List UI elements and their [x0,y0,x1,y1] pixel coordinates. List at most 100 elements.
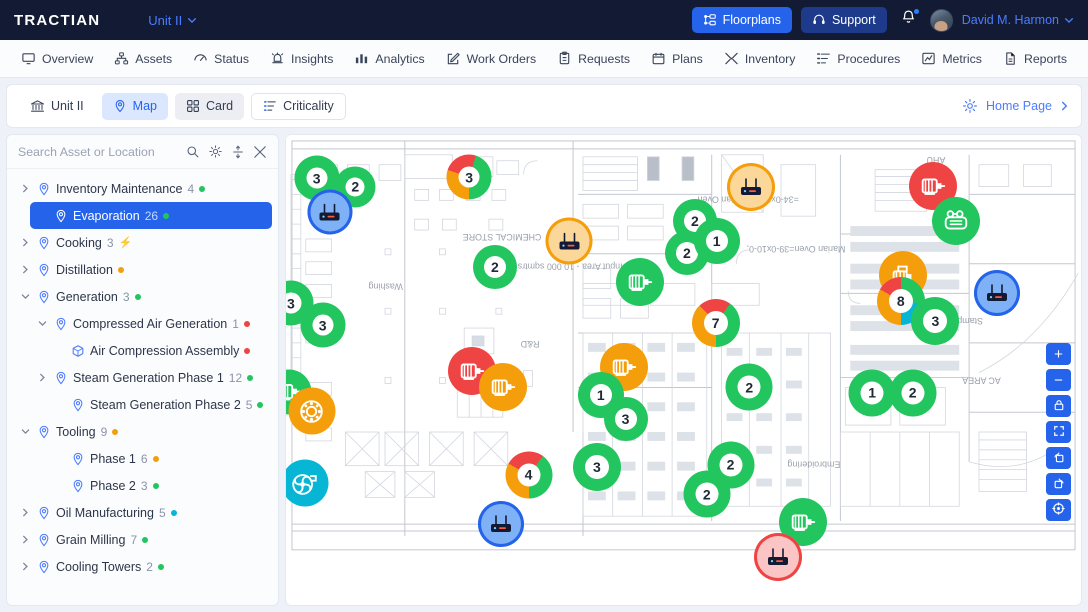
lock-button[interactable] [1046,395,1071,417]
sidebar-item-tooling[interactable]: Tooling 9 [13,418,272,445]
headset-icon [813,14,825,25]
chevron-down-icon [1065,18,1073,24]
support-button[interactable]: Support [800,7,887,33]
collapse-icon[interactable] [231,145,245,159]
caret-icon[interactable] [19,238,32,247]
rotate-left-icon [1053,451,1065,466]
floorplans-button[interactable]: Floorplans [691,7,792,33]
asset-router-orange-b[interactable] [727,162,776,211]
asset-cluster-7-mixed[interactable]: 7 [691,299,740,347]
sidebar-item-compressed-air-generation[interactable]: Compressed Air Generation 1 [30,310,272,337]
asset-router-blue-c[interactable] [973,270,1020,317]
trend-icon [921,51,936,66]
caret-icon[interactable] [36,373,49,382]
sidebar-item-oil-manufacturing[interactable]: Oil Manufacturing 5 [13,499,272,526]
asset-router-orange-a[interactable] [545,217,593,265]
tab-map[interactable]: Map [101,92,168,120]
asset-motor-green-mid[interactable] [616,258,665,307]
top-bar: TRACTIAN Unit II Floorplans Support Davi… [0,0,1088,40]
nav-item-metrics[interactable]: Metrics [912,46,991,71]
nav-item-procedures[interactable]: Procedures [807,46,909,71]
tab-criticality[interactable]: Criticality [251,92,346,120]
nav-item-assets[interactable]: Assets [105,46,181,71]
floorplan-map[interactable]: Washing CHEMICAL STORE Input Area - 10,0… [285,134,1082,606]
asset-cluster-2-g[interactable]: 2 [683,470,731,518]
top-bar-actions: Floorplans Support David M. Harmon [691,7,1074,33]
bar-chart-icon [354,51,369,66]
sidebar-item-distillation[interactable]: Distillation [13,256,272,283]
asset-motor-orange-a[interactable] [478,363,527,412]
asset-cluster-4-mixed[interactable]: 4 [505,451,553,498]
location-pin-icon [37,182,51,196]
asset-bearing-orange[interactable] [288,387,336,435]
tools-icon [724,51,739,66]
asset-cluster-2-h[interactable]: 2 [889,369,937,417]
asset-router-blue-a[interactable] [307,189,353,235]
nav-item-analytics[interactable]: Analytics [345,46,433,71]
marker-count-label: 4 [524,466,533,483]
rotate-left-button[interactable] [1046,447,1071,469]
caret-icon[interactable] [19,427,32,436]
asset-cluster-2-b[interactable]: 2 [472,244,517,289]
sidebar-item-generation[interactable]: Generation 3 [13,283,272,310]
nav-item-status[interactable]: Status [184,46,258,71]
nav-item-overview[interactable]: Overview [12,46,102,71]
sidebar-item-label: Steam Generation Phase 1 [73,370,224,385]
sidebar-item-evaporation[interactable]: Evaporation 26 [30,202,272,229]
asset-cluster-3-c[interactable]: 3 [603,397,648,442]
sidebar-item-inventory-maintenance[interactable]: Inventory Maintenance 4 [13,175,272,202]
avatar[interactable] [929,8,953,32]
sidebar-item-phase-1[interactable]: Phase 1 6 [47,445,272,472]
fullscreen-button[interactable] [1046,421,1071,443]
home-page-link[interactable]: Home Page [962,98,1069,114]
unit-selector[interactable]: Unit II [148,13,197,28]
breadcrumb-unit[interactable]: Unit II [19,93,95,120]
sidebar-item-grain-milling[interactable]: Grain Milling 7 [13,526,272,553]
asset-router-blue-b[interactable] [477,501,524,548]
asset-cluster-3-e[interactable]: 3 [911,296,960,345]
location-pin-icon [54,371,68,385]
router-icon [984,280,1010,306]
status-dot [112,428,119,435]
notifications-button[interactable] [896,8,921,31]
nav-item-insights[interactable]: Insights [261,46,342,71]
caret-icon[interactable] [19,562,32,571]
zoom-out-button-glyph: − [1054,371,1063,389]
caret-icon[interactable] [19,265,32,274]
nav-item-plans[interactable]: Plans [642,46,712,71]
asset-cluster-3-d[interactable]: 3 [572,442,621,491]
caret-icon[interactable] [19,535,32,544]
tools-icon[interactable] [253,145,267,159]
asset-cluster-3-mixed[interactable]: 3 [446,154,492,200]
svg-text:AC AREA: AC AREA [962,376,1001,386]
sidebar-item-cooling-towers[interactable]: Cooling Towers 2 [13,553,272,580]
zoom-out-button[interactable]: − [1046,369,1071,391]
sidebar-item-steam-generation-phase-1[interactable]: Steam Generation Phase 1 12 [30,364,272,391]
nav-item-requests[interactable]: Requests [548,46,639,71]
caret-icon[interactable] [19,508,32,517]
asset-compressor-green[interactable] [932,197,981,246]
asset-router-red[interactable] [754,533,803,582]
sidebar-item-steam-generation-phase-2[interactable]: Steam Generation Phase 2 5 [47,391,272,418]
zoom-in-button[interactable]: + [1046,343,1071,365]
asset-cluster-1-a[interactable]: 1 [693,218,740,265]
sidebar-item-cooking[interactable]: Cooking 3 ⚡ [13,229,272,256]
floorplan-icon [703,14,716,26]
caret-icon[interactable] [36,319,49,328]
nav-item-inventory[interactable]: Inventory [715,46,805,71]
search-icon[interactable] [186,145,200,159]
sidebar-item-phase-2[interactable]: Phase 2 3 [47,472,272,499]
gear-icon[interactable] [208,144,223,159]
locate-button[interactable] [1046,499,1071,521]
nav-item-work-orders[interactable]: Work Orders [437,46,545,71]
user-menu[interactable]: David M. Harmon [962,13,1074,27]
asset-cluster-2-e[interactable]: 2 [725,363,773,411]
nav-item-reports[interactable]: Reports [994,46,1076,71]
asset-cluster-3-b[interactable]: 3 [300,302,346,348]
sidebar-item-air-compression-assembly[interactable]: Air Compression Assembly [47,337,272,364]
caret-icon[interactable] [19,292,32,301]
caret-icon[interactable] [19,184,32,193]
search-input[interactable] [18,144,178,159]
rotate-right-button[interactable] [1046,473,1071,495]
tab-card[interactable]: Card [174,92,245,120]
